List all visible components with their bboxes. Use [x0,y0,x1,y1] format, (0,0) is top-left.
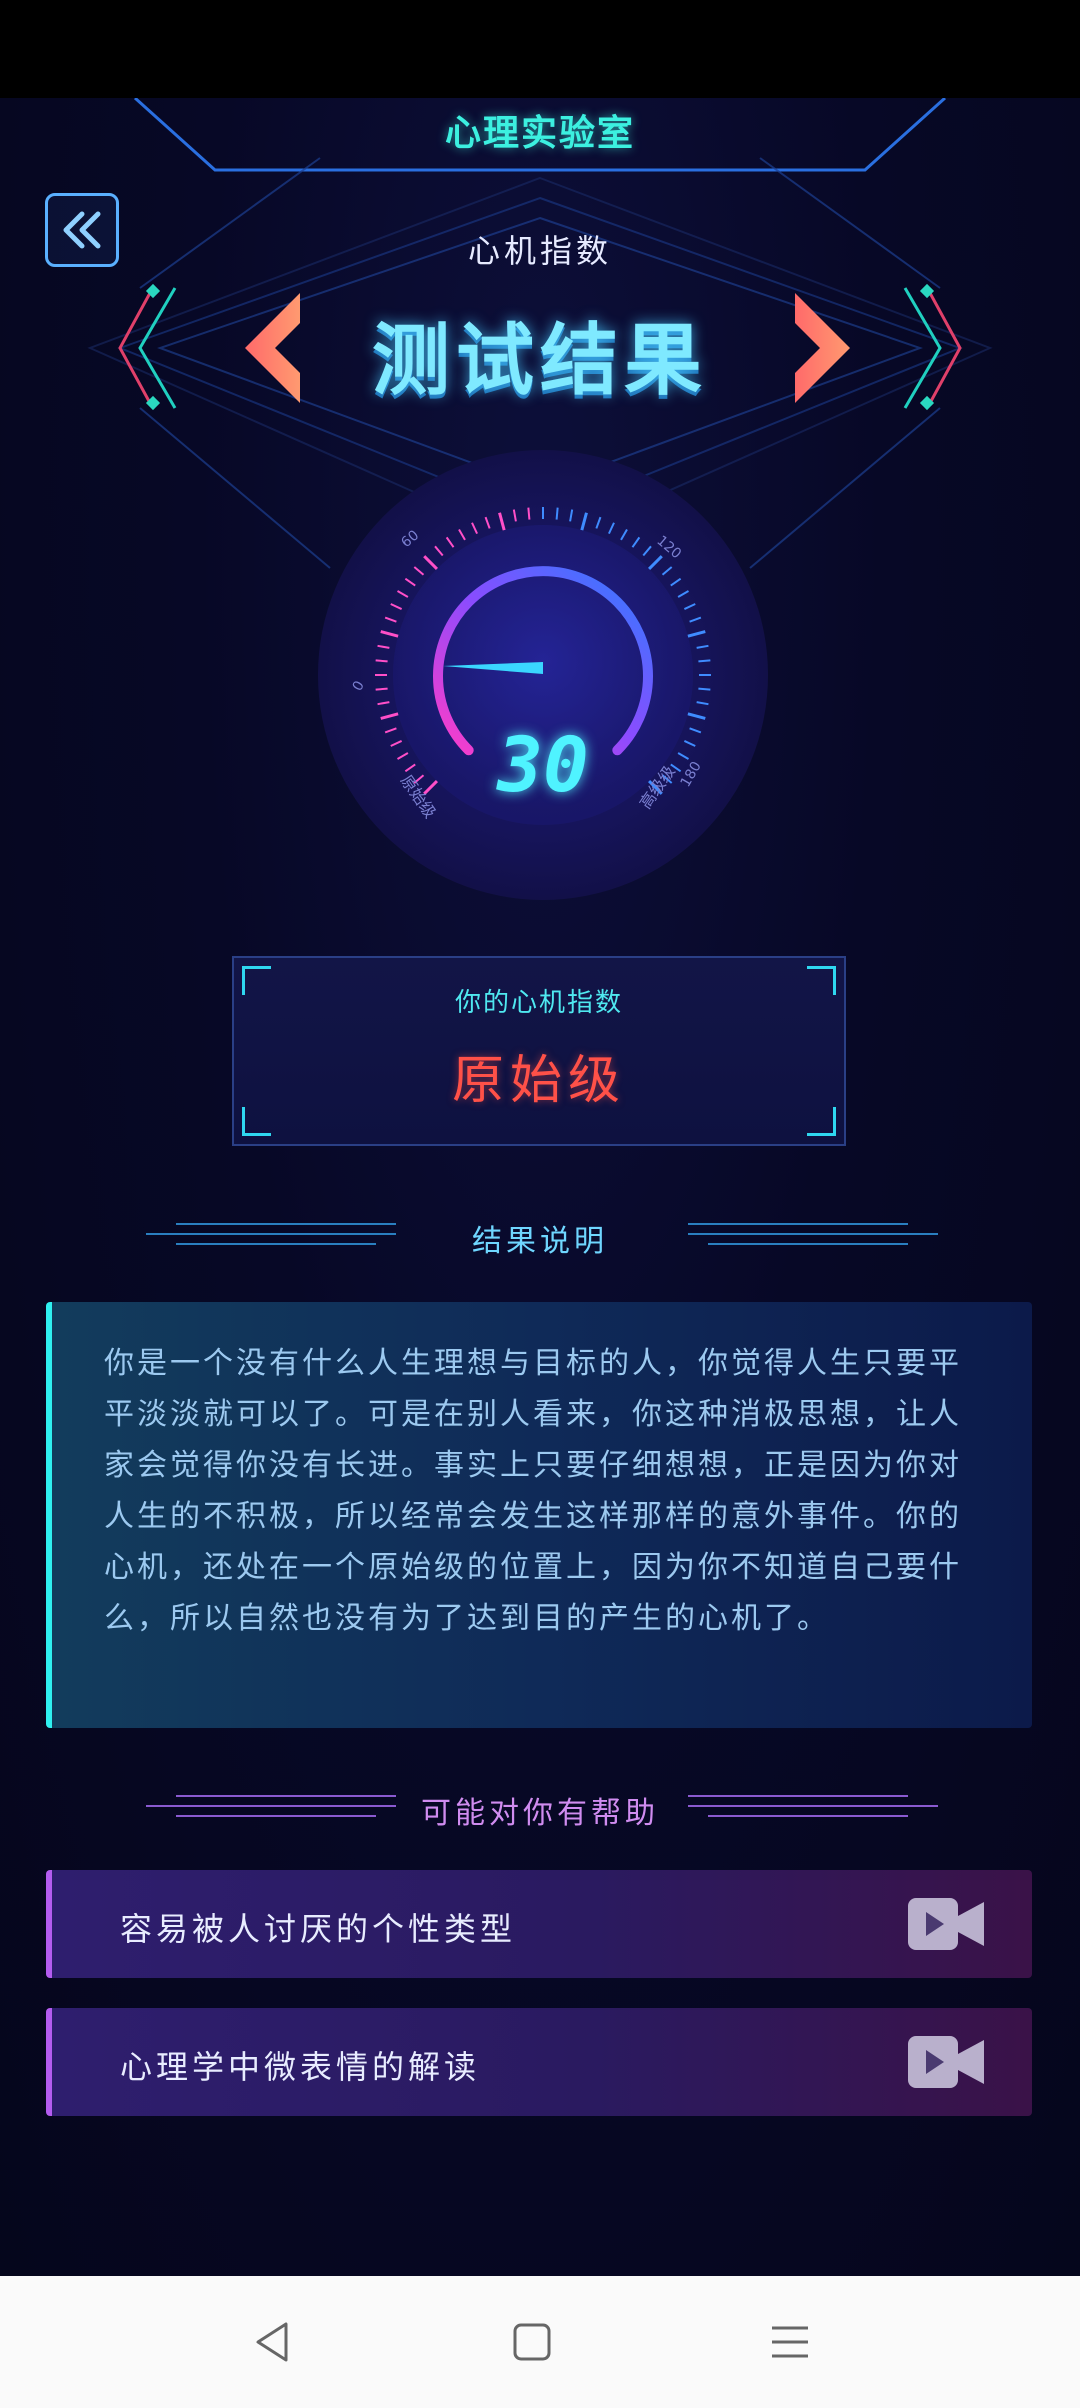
video-icon [908,2036,984,2088]
home-square-icon[interactable] [506,2316,558,2368]
divider-lines-right [688,1795,938,1817]
speed-gauge: 0 60 120 180 原始级 高级级 30 [318,450,768,900]
system-nav-bar [0,2276,1080,2408]
result-title: 测试结果 [371,316,708,406]
gauge-tick-mark [698,687,711,691]
back-triangle-icon[interactable] [248,2316,300,2368]
app-screen: 心理实验室 心机指数 测试结果 0 60 120 180 原始级 高级级 30 … [0,98,1080,2276]
divider-lines-right [688,1223,938,1245]
explanation-heading: 结果说明 [0,1210,1080,1260]
gauge-value: 30 [497,720,589,809]
app-title: 心理实验室 [444,113,635,154]
help-heading: 可能对你有帮助 [0,1782,1080,1832]
video-icon [908,1898,984,1950]
help-item[interactable]: 心理学中微表情的解读 [46,2008,1032,2116]
explanation-card: 你是一个没有什么人生理想与目标的人，你觉得人生只要平平淡淡就可以了。可是在别人看… [46,1302,1032,1728]
level-value: 原始级 [451,1051,626,1111]
subtitle: 心机指数 [467,232,612,270]
help-item-label: 心理学中微表情的解读 [120,2048,481,2086]
help-item-label: 容易被人讨厌的个性类型 [120,1910,517,1948]
level-label: 你的心机指数 [454,988,623,1018]
menu-lines-icon[interactable] [764,2316,816,2368]
help-item[interactable]: 容易被人讨厌的个性类型 [46,1870,1032,1978]
status-bar [0,0,1080,98]
gauge-tick-mark [527,507,531,520]
explanation-text: 你是一个没有什么人生理想与目标的人，你觉得人生只要平平淡淡就可以了。可是在别人看… [104,1346,962,1636]
gauge-tick-mark [555,507,559,520]
level-box: 你的心机指数 原始级 [232,956,846,1146]
gauge-dial: 0 60 120 180 原始级 高级级 [318,450,768,900]
arrow-right-icon [795,293,850,403]
gauge-tick-mark [375,659,388,663]
gauge-tick-mark [375,687,388,691]
gauge-tick-mark [698,659,711,663]
